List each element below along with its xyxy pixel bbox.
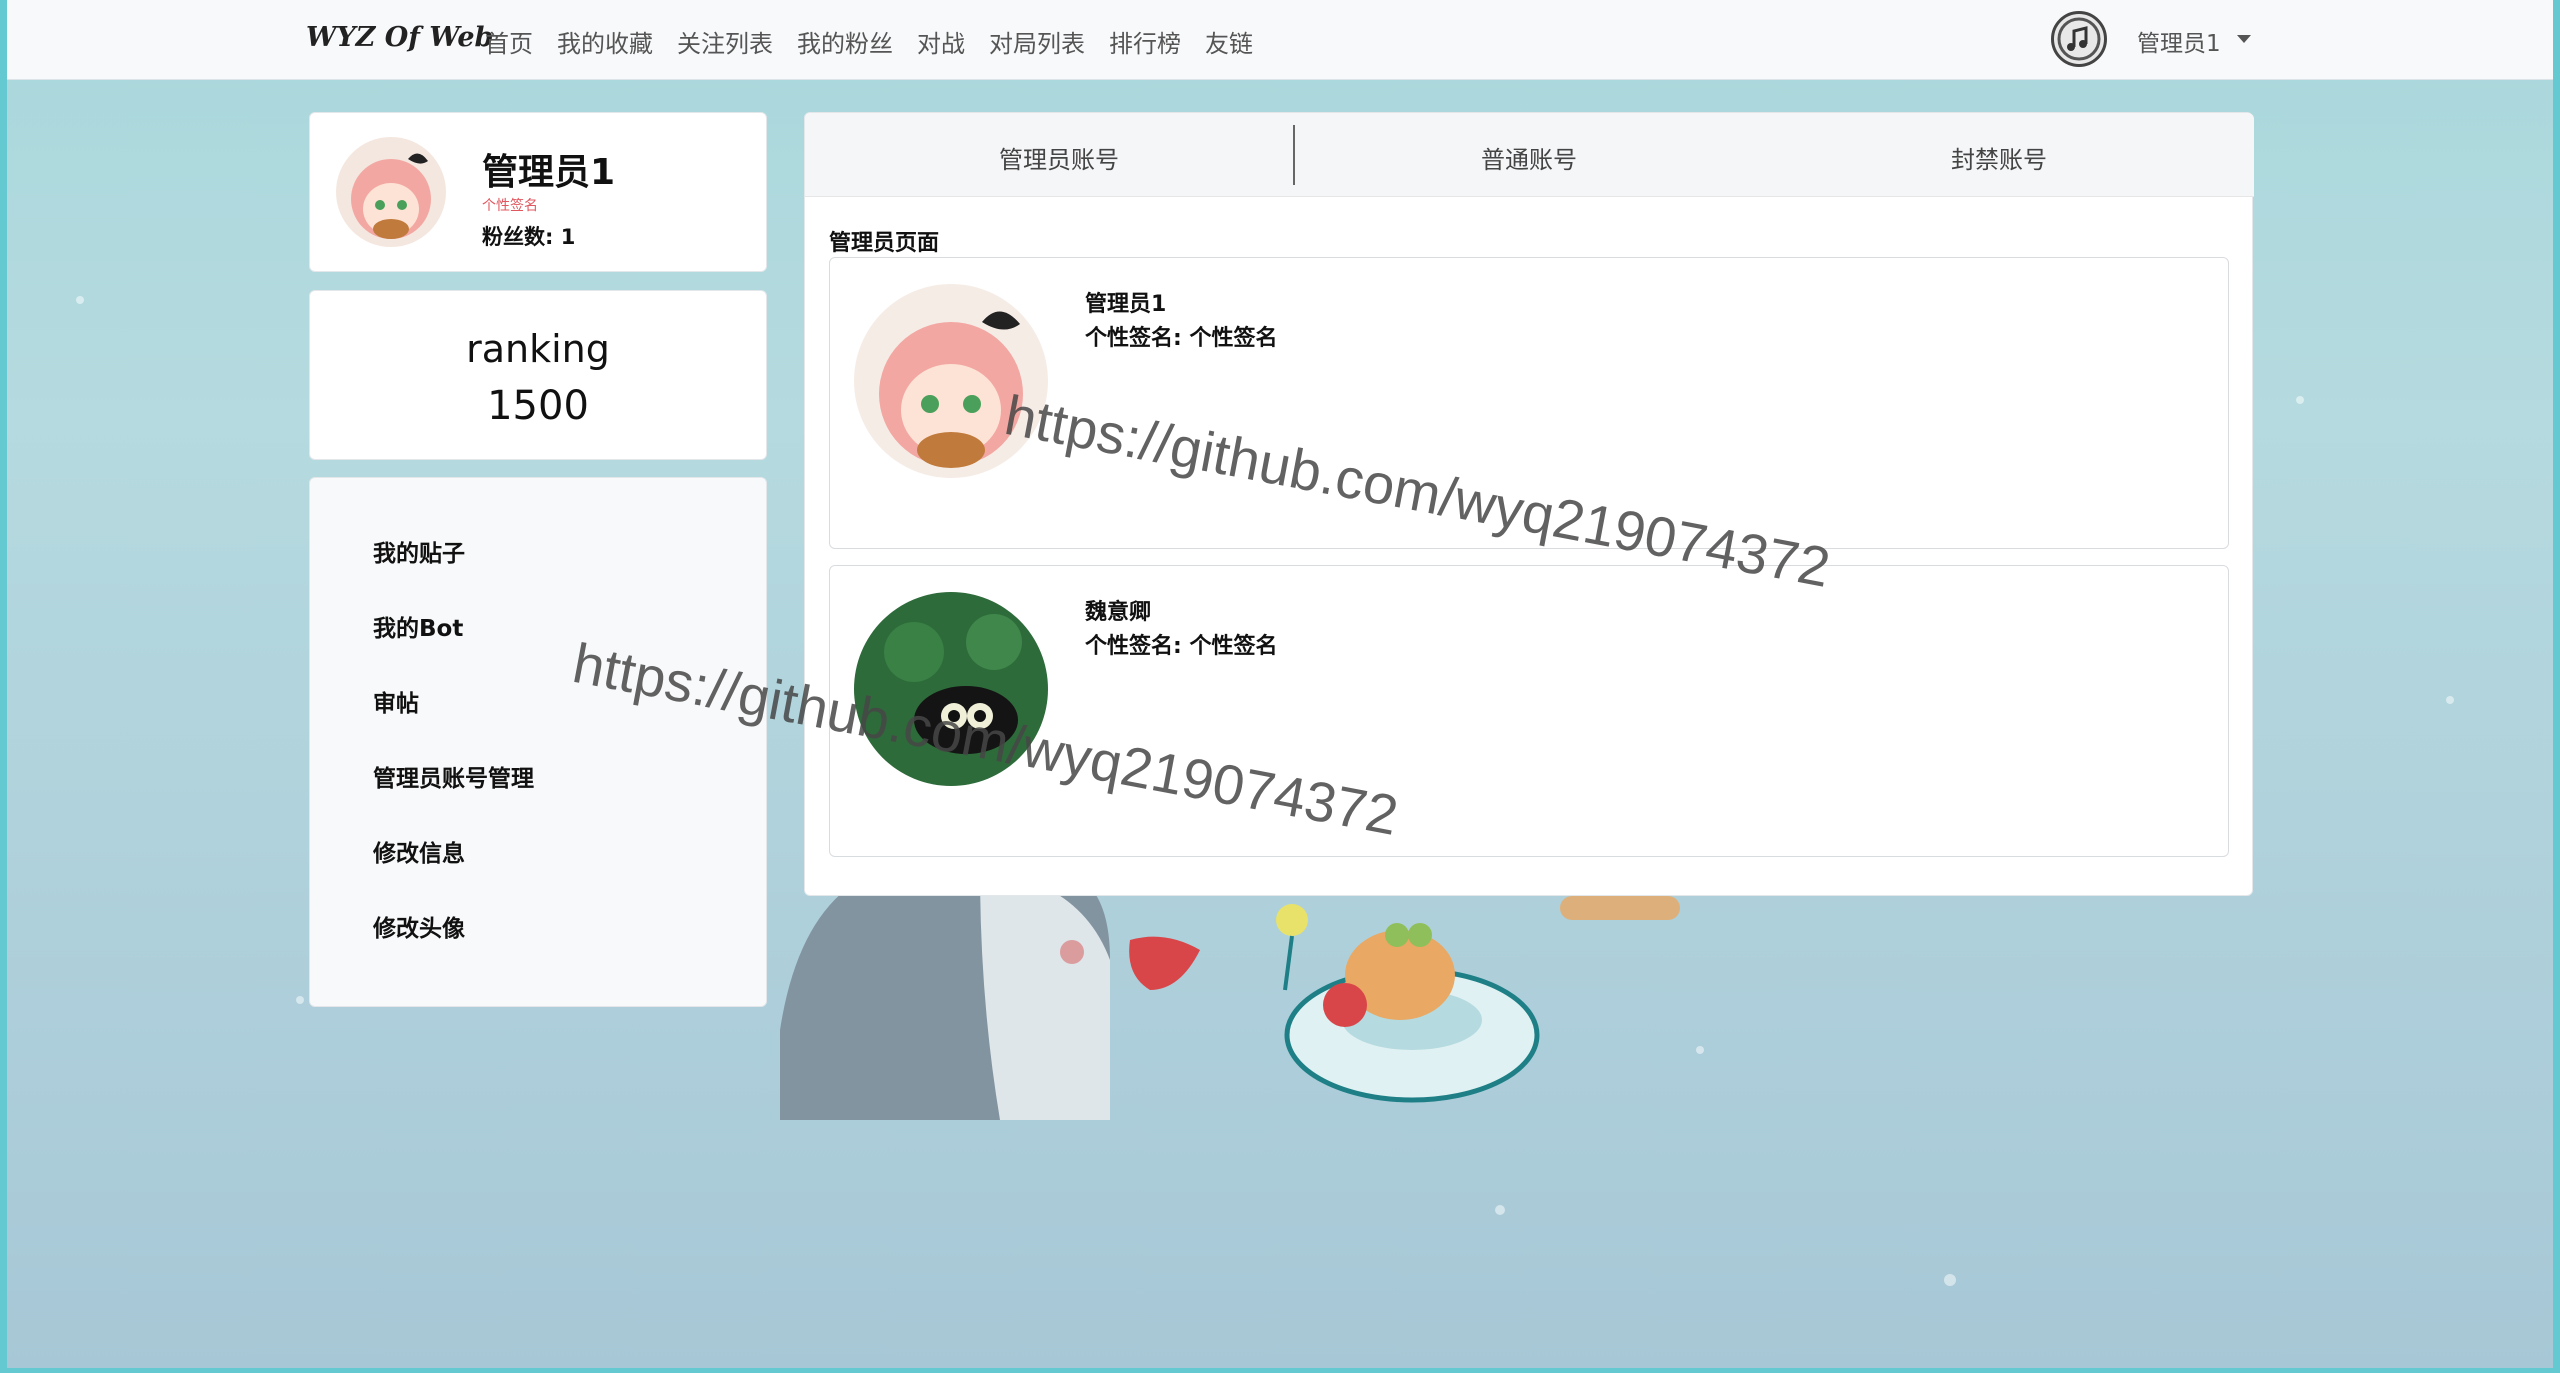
nav-item-fans[interactable]: 我的粉丝	[797, 24, 893, 59]
user-name: 魏意卿	[1085, 600, 1152, 625]
top-navbar: WYZ Of Web 首页 我的收藏 关注列表 我的粉丝 对战 对局列表 排行榜…	[7, 0, 2553, 80]
profile-fans-count: 粉丝数: 1	[482, 225, 576, 249]
tab-normal-accounts[interactable]: 普通账号	[1481, 140, 1577, 175]
window-border-left	[0, 0, 7, 1373]
tab-admin-accounts[interactable]: 管理员账号	[999, 140, 1119, 175]
window-border-right	[2553, 0, 2560, 1373]
chevron-down-icon[interactable]	[2237, 35, 2251, 43]
avatar	[336, 137, 446, 247]
account-tabs: 管理员账号 普通账号 封禁账号	[805, 113, 2254, 197]
ranking-value: 1500	[487, 383, 589, 429]
nav-item-home[interactable]: 首页	[485, 24, 533, 59]
user-name: 管理员1	[1085, 292, 1167, 317]
tab-banned-accounts[interactable]: 封禁账号	[1951, 140, 2047, 175]
section-title: 管理员页面	[829, 231, 940, 256]
nav-avatar[interactable]	[2051, 11, 2107, 67]
user-card[interactable]: 魏意卿 个性签名: 个性签名	[829, 565, 2229, 857]
profile-card: 管理员1 个性签名 粉丝数: 1	[309, 112, 767, 272]
sidebar-item-edit-avatar[interactable]: 修改头像	[373, 909, 465, 943]
nav-item-match-list[interactable]: 对局列表	[989, 24, 1085, 59]
music-note-icon	[2057, 17, 2101, 61]
nav-item-favorites[interactable]: 我的收藏	[557, 24, 653, 59]
sidebar-item-edit-info[interactable]: 修改信息	[373, 834, 465, 868]
sidebar-item-review-posts[interactable]: 审帖	[373, 684, 419, 718]
ranking-card: ranking 1500	[309, 290, 767, 460]
sidebar-item-admin-accounts[interactable]: 管理员账号管理	[373, 759, 534, 793]
sidebar-item-my-bot[interactable]: 我的Bot	[373, 609, 463, 643]
window-border-bottom	[0, 1368, 2560, 1373]
user-signature: 个性签名: 个性签名	[1085, 634, 1278, 659]
nav-item-links[interactable]: 友链	[1205, 24, 1253, 59]
profile-name: 管理员1	[482, 152, 616, 193]
user-signature: 个性签名: 个性签名	[1085, 326, 1278, 351]
nav-item-following[interactable]: 关注列表	[677, 24, 773, 59]
sidebar-menu: 我的贴子 我的Bot 审帖 管理员账号管理 修改信息 修改头像	[309, 477, 767, 1007]
sidebar-item-my-posts[interactable]: 我的贴子	[373, 534, 465, 568]
nav-item-leaderboard[interactable]: 排行榜	[1109, 24, 1181, 59]
ranking-title: ranking	[466, 327, 610, 371]
profile-signature: 个性签名	[482, 198, 538, 214]
brand-logo[interactable]: WYZ Of Web	[306, 22, 493, 53]
nav-item-battle[interactable]: 对战	[917, 24, 965, 59]
nav-user-dropdown[interactable]: 管理员1	[2137, 24, 2221, 58]
tab-divider	[1293, 125, 1295, 185]
